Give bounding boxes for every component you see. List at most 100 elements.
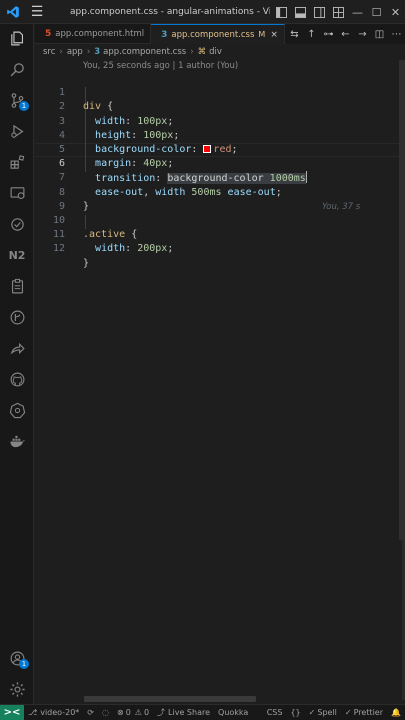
remote-explorer-icon[interactable] bbox=[0, 179, 34, 207]
tab-label: app.component.html bbox=[55, 29, 145, 39]
git-commit-icon[interactable]: ⊶ bbox=[320, 24, 337, 44]
live-share-label: Live Share bbox=[168, 708, 211, 717]
check-all-icon: ✓ bbox=[344, 708, 352, 717]
scm-badge: 1 bbox=[19, 101, 29, 111]
line-number: 12 bbox=[52, 243, 65, 255]
prettier-status[interactable]: ✓ Prettier bbox=[341, 705, 387, 720]
modified-indicator: M bbox=[258, 30, 266, 39]
toggle-secondary-sidebar-icon[interactable] bbox=[310, 0, 329, 24]
close-window-icon[interactable]: ✕ bbox=[386, 0, 405, 24]
code-editor[interactable]: You, 25 seconds ago | 1 author (You) 1 d… bbox=[35, 60, 405, 690]
editor-tabs: 5 app.component.html 3 app.component.css… bbox=[35, 24, 405, 44]
live-share-icon: ⤴ bbox=[157, 708, 166, 717]
code-line: 10 .active { bbox=[35, 200, 405, 240]
activity-bar: 1 N2 1 bbox=[0, 24, 34, 704]
breadcrumb-app[interactable]: app bbox=[67, 47, 83, 57]
horizontal-scrollbar[interactable] bbox=[84, 696, 256, 702]
remote-indicator[interactable]: >< bbox=[0, 704, 24, 720]
check-icon: ✓ bbox=[308, 708, 316, 717]
code-line: 2 width: 100px; bbox=[35, 86, 405, 126]
git-graph-icon[interactable] bbox=[0, 303, 34, 331]
run-debug-icon[interactable] bbox=[0, 117, 34, 145]
docker-icon[interactable] bbox=[0, 427, 34, 455]
extensions-icon[interactable] bbox=[0, 148, 34, 176]
branch-icon: ⎇ bbox=[28, 708, 38, 717]
code-line: 4 background-color: red; bbox=[35, 115, 405, 155]
spell-label: Spell bbox=[317, 708, 337, 717]
forward-icon[interactable]: → bbox=[354, 24, 371, 44]
tab-label: app.component.css bbox=[171, 29, 255, 40]
title-bar: ☰ app.component.css - angular-animations… bbox=[0, 0, 405, 24]
format-icon[interactable]: {} bbox=[286, 705, 304, 720]
property: width bbox=[95, 243, 126, 255]
vertical-scrollbar[interactable] bbox=[399, 60, 405, 540]
code-line: 9 bbox=[35, 186, 405, 212]
vscode-logo-icon bbox=[0, 0, 26, 24]
minimize-icon[interactable]: — bbox=[348, 0, 367, 24]
accounts-icon[interactable]: 1 bbox=[0, 644, 34, 672]
live-share-status[interactable]: ⤴ Live Share bbox=[153, 705, 214, 720]
code-line: 11 width: 200px; bbox=[35, 214, 405, 254]
tab-app-component-html[interactable]: 5 app.component.html bbox=[35, 24, 152, 44]
gear-icon[interactable] bbox=[0, 675, 34, 703]
search-icon[interactable] bbox=[0, 55, 34, 83]
code-line: 12 } bbox=[35, 228, 405, 268]
back-icon[interactable]: ← bbox=[337, 24, 354, 44]
previous-change-icon[interactable]: ↑ bbox=[303, 24, 320, 44]
tab-app-component-css[interactable]: 3 app.component.css M × bbox=[151, 24, 285, 44]
live-share-icon[interactable] bbox=[0, 334, 34, 362]
accounts-badge: 1 bbox=[19, 659, 29, 669]
branch-name: video-20* bbox=[40, 708, 80, 717]
clipboard-icon[interactable] bbox=[0, 272, 34, 300]
breadcrumb-symbol[interactable]: div bbox=[209, 47, 222, 57]
port-icon[interactable]: ◌ bbox=[98, 705, 113, 720]
github-icon[interactable] bbox=[0, 365, 34, 393]
code-line: 5 margin: 40px; bbox=[35, 129, 405, 169]
code-line: 1 div { bbox=[35, 72, 405, 112]
nx-console-icon[interactable]: N2 bbox=[0, 241, 34, 269]
error-icon: ⊗ bbox=[116, 708, 124, 717]
language-mode[interactable]: CSS bbox=[263, 705, 287, 720]
breadcrumb-separator-icon: › bbox=[86, 47, 91, 57]
maximize-icon[interactable]: ☐ bbox=[367, 0, 386, 24]
sync-icon[interactable]: ⟳ bbox=[83, 705, 98, 720]
code-line: 8 } bbox=[35, 171, 405, 212]
problems-status[interactable]: ⊗ 0 ⚠ 0 bbox=[113, 705, 153, 720]
toggle-primary-sidebar-icon[interactable] bbox=[272, 0, 291, 24]
branch-status[interactable]: ⎇ video-20* bbox=[24, 705, 83, 720]
breadcrumb-src[interactable]: src bbox=[43, 47, 55, 57]
kubernetes-icon[interactable] bbox=[0, 396, 34, 424]
split-editor-icon[interactable]: ◫ bbox=[371, 24, 388, 44]
spell-status[interactable]: ✓ Spell bbox=[305, 705, 341, 720]
value: 200px bbox=[137, 243, 168, 255]
warning-count: 0 bbox=[143, 708, 150, 717]
menu-icon[interactable]: ☰ bbox=[26, 0, 48, 24]
code-line: 3 height: 100px; bbox=[35, 100, 405, 141]
prettier-label: Prettier bbox=[353, 708, 384, 717]
brace: } bbox=[83, 257, 90, 269]
customize-layout-icon[interactable] bbox=[329, 0, 348, 24]
explorer-icon[interactable] bbox=[0, 24, 34, 52]
html-file-icon: 5 bbox=[45, 29, 52, 39]
git-compare-icon[interactable]: ⇆ bbox=[286, 24, 303, 44]
breadcrumb-separator-icon: › bbox=[59, 47, 63, 57]
css-file-icon: 3 bbox=[94, 47, 101, 57]
code-line: 7 ease-out, width 500ms ease-out; You, 3… bbox=[35, 157, 405, 211]
notifications-icon[interactable]: 🔔 bbox=[387, 705, 405, 720]
breadcrumb: src › app › 3 app.component.css › ⌘ div bbox=[35, 44, 405, 60]
symbol-icon: ⌘ bbox=[197, 47, 207, 57]
css-file-icon: 3 bbox=[161, 29, 168, 40]
window-title: app.component.css - angular-animations -… bbox=[70, 6, 270, 17]
breadcrumb-file[interactable]: app.component.css bbox=[103, 47, 186, 57]
error-count: 0 bbox=[125, 708, 131, 717]
warning-icon: ⚠ bbox=[134, 708, 142, 717]
more-actions-icon[interactable]: ⋯ bbox=[388, 24, 405, 44]
close-tab-icon[interactable]: × bbox=[270, 30, 278, 40]
quokka-status[interactable]: Quokka bbox=[214, 705, 252, 720]
toggle-panel-icon[interactable] bbox=[291, 0, 310, 24]
status-bar: >< ⎇ video-20* ⟳ ◌ ⊗ 0 ⚠ 0 ⤴ Live Share … bbox=[0, 704, 405, 720]
breadcrumb-separator-icon: › bbox=[190, 47, 194, 57]
code-line: 6 transition: background-color 1000ms bbox=[35, 143, 405, 185]
testing-icon[interactable] bbox=[0, 210, 34, 238]
source-control-icon[interactable]: 1 bbox=[0, 86, 34, 114]
